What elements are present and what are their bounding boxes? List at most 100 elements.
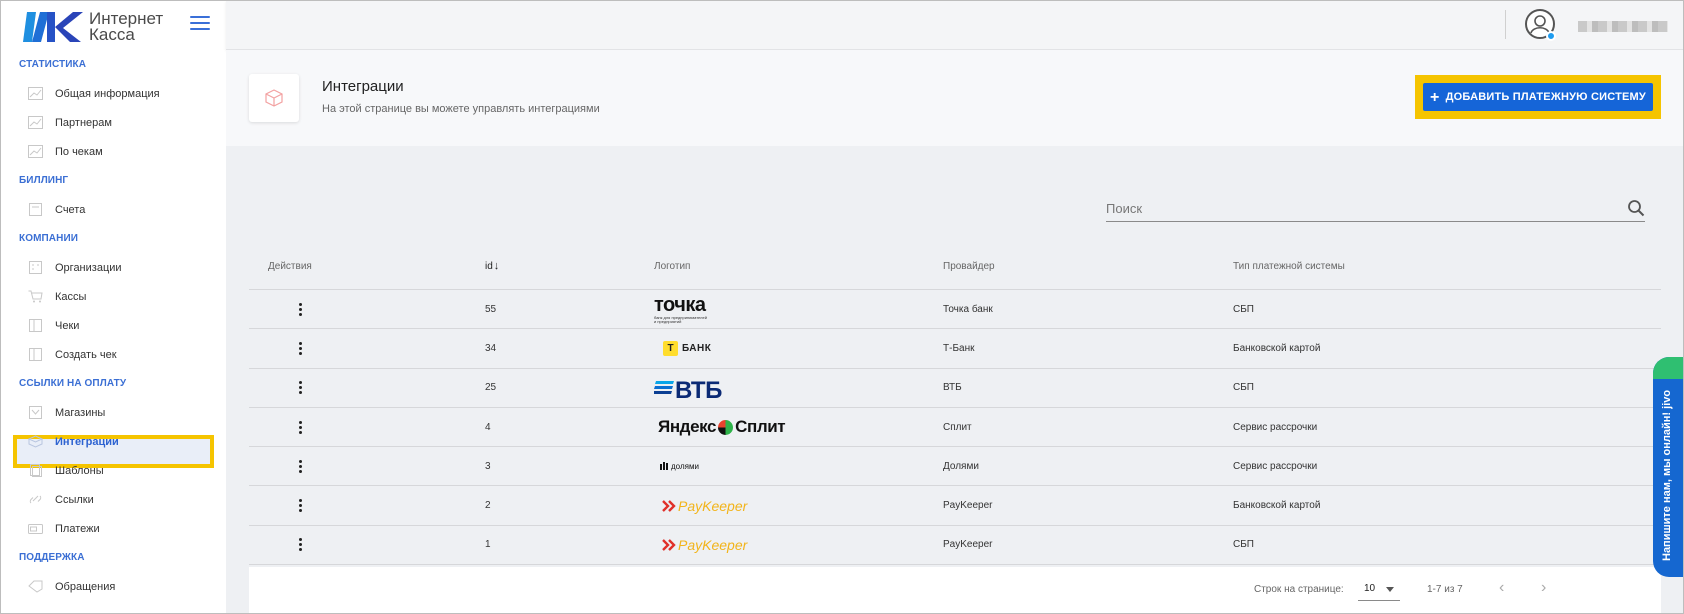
table-body: 55 точка банк для предпринимателей и пре… bbox=[249, 290, 1661, 566]
more-vert-icon[interactable] bbox=[290, 299, 310, 319]
integrations-table: Действия id↓ Логотип Провайдер Тип плате… bbox=[249, 243, 1661, 566]
tochka-logo: точка банк для предпринимателей и предпр… bbox=[654, 295, 943, 324]
dolyami-logo: долями bbox=[660, 462, 943, 471]
cell-actions bbox=[249, 299, 485, 319]
cell-type: СБП bbox=[1233, 303, 1254, 315]
cell-logo: долями bbox=[654, 462, 943, 471]
table-row: 25 ВТБ ВТБ СБП bbox=[249, 368, 1661, 408]
sort-down-icon[interactable]: ↓ bbox=[494, 260, 500, 272]
sidebar-item[interactable]: Интеграции bbox=[1, 427, 226, 456]
sidebar-item[interactable]: Чеки bbox=[1, 311, 226, 340]
receipt-icon bbox=[27, 348, 43, 362]
table-row: 4 Яндекс Сплит Сплит Сервис рассрочки bbox=[249, 407, 1661, 448]
nav-section-title: ССЫЛКИ НА ОПЛАТУ bbox=[19, 378, 127, 389]
sidebar-item[interactable]: Общая информация bbox=[1, 79, 226, 108]
sidebar-item[interactable]: Кассы bbox=[1, 282, 226, 311]
cell-provider: Сплит bbox=[943, 421, 972, 433]
more-vert-icon[interactable] bbox=[290, 378, 310, 398]
col-actions: Действия bbox=[268, 260, 312, 272]
table-header: Действия id↓ Логотип Провайдер Тип плате… bbox=[249, 243, 1661, 290]
paykeeper-logo-text: PayKeeper bbox=[678, 497, 748, 514]
add-payment-system-button[interactable]: + ДОБАВИТЬ ПЛАТЕЖНУЮ СИСТЕМУ bbox=[1423, 83, 1653, 111]
sidebar-item-label: Обращения bbox=[55, 580, 116, 593]
table-row: 1 PayKeeper PayKeeper СБП bbox=[249, 525, 1661, 566]
col-provider: Провайдер bbox=[943, 260, 995, 272]
online-status-icon bbox=[1546, 31, 1556, 41]
col-id[interactable]: id↓ bbox=[485, 260, 654, 272]
sidebar-item-label: Счета bbox=[55, 203, 86, 216]
cell-type: СБП bbox=[1233, 539, 1254, 551]
cell-actions bbox=[249, 417, 485, 437]
sidebar-item[interactable]: Платежи bbox=[1, 514, 226, 543]
cell-type: СБП bbox=[1233, 382, 1254, 394]
nav-section-title: БИЛЛИНГ bbox=[19, 175, 69, 186]
receipt-icon bbox=[27, 319, 43, 333]
next-page-icon[interactable]: › bbox=[1541, 580, 1557, 598]
search-input[interactable] bbox=[1106, 196, 1606, 220]
page-subtitle: На этой странице вы можете управлять инт… bbox=[322, 103, 600, 115]
split-logo-left: Яндекс bbox=[658, 417, 717, 437]
cell-logo: PayKeeper bbox=[654, 498, 943, 514]
more-vert-icon[interactable] bbox=[290, 456, 310, 476]
chart-icon bbox=[27, 145, 43, 159]
jivo-chat-widget[interactable]: Напишите нам, мы онлайн! jivo bbox=[1653, 357, 1683, 577]
table-pagination: Строк на странице: 10 1-7 из 7 ‹ › bbox=[249, 567, 1661, 613]
cell-logo: Т БАНК bbox=[654, 340, 943, 356]
cell-provider: PayKeeper bbox=[943, 539, 993, 551]
username-blurred[interactable] bbox=[1578, 21, 1668, 32]
sidebar-item[interactable]: По чекам bbox=[1, 137, 226, 166]
logo-mark-icon bbox=[23, 10, 85, 44]
tbank-logo: Т БАНК bbox=[663, 340, 943, 356]
menu-toggle-icon[interactable] bbox=[190, 16, 210, 30]
app-window: Интернет Касса СТАТИСТИКА Общая информаци… bbox=[0, 0, 1684, 614]
sidebar-item-label: По чекам bbox=[55, 145, 103, 158]
dropdown-caret-icon bbox=[1386, 587, 1394, 592]
sidebar-item[interactable]: Ссылки bbox=[1, 485, 226, 514]
cell-provider: Долями bbox=[943, 460, 979, 472]
sidebar-item-label: Шаблоны bbox=[55, 464, 104, 477]
cell-logo: PayKeeper bbox=[654, 537, 943, 553]
paykeeper-logo-text: PayKeeper bbox=[678, 536, 748, 553]
sidebar-item[interactable]: Партнерам bbox=[1, 108, 226, 137]
col-id-label: id bbox=[485, 261, 493, 272]
table-row: 3 долями Долями Сервис рассрочки bbox=[249, 447, 1661, 487]
logo[interactable]: Интернет Касса bbox=[23, 9, 163, 45]
nav-section-title: ПОДДЕРЖКА bbox=[19, 552, 85, 563]
sidebar: Интернет Касса СТАТИСТИКА Общая информаци… bbox=[1, 1, 226, 613]
cart-icon bbox=[27, 290, 43, 304]
jivo-label: Напишите нам, мы онлайн! jivo bbox=[1661, 389, 1673, 561]
more-vert-icon[interactable] bbox=[290, 535, 310, 555]
cell-id: 2 bbox=[485, 500, 491, 512]
search-icon[interactable] bbox=[1627, 199, 1645, 217]
sidebar-item-label: Создать чек bbox=[55, 348, 117, 361]
rows-per-page-select[interactable]: 10 bbox=[1358, 577, 1400, 601]
sidebar-item[interactable]: Организации bbox=[1, 253, 226, 282]
jivo-top-strip bbox=[1653, 357, 1683, 379]
sidebar-item[interactable]: Шаблоны bbox=[1, 456, 226, 485]
more-vert-icon[interactable] bbox=[290, 417, 310, 437]
tochka-logo-text: точка bbox=[654, 293, 706, 316]
more-vert-icon[interactable] bbox=[290, 338, 310, 358]
topbar-divider bbox=[1505, 10, 1506, 39]
cell-provider: PayKeeper bbox=[943, 500, 993, 512]
more-vert-icon[interactable] bbox=[290, 496, 310, 516]
vtb-stripes-icon bbox=[654, 380, 674, 394]
store-icon bbox=[27, 406, 43, 420]
cell-id: 25 bbox=[485, 382, 497, 394]
nav-section-title: СТАТИСТИКА bbox=[19, 59, 87, 70]
page-header: Интеграции На этой странице вы можете уп… bbox=[226, 50, 1683, 146]
sidebar-item[interactable]: Создать чек bbox=[1, 340, 226, 369]
cell-type: Банковской картой bbox=[1233, 342, 1321, 354]
sidebar-item[interactable]: Магазины bbox=[1, 398, 226, 427]
prev-page-icon[interactable]: ‹ bbox=[1499, 580, 1515, 598]
sidebar-item[interactable]: Счета bbox=[1, 195, 226, 224]
cell-provider: Точка банк bbox=[943, 303, 993, 315]
integrations-box-icon bbox=[249, 74, 299, 122]
building-icon bbox=[27, 261, 43, 275]
tbank-logo-text: БАНК bbox=[682, 342, 712, 354]
vtb-logo: ВТБ bbox=[654, 371, 943, 405]
paykeeper-logo: PayKeeper bbox=[662, 498, 943, 514]
sidebar-item[interactable]: Обращения bbox=[1, 572, 226, 601]
dolyami-logo-text: долями bbox=[671, 461, 699, 471]
cell-actions bbox=[249, 338, 485, 358]
